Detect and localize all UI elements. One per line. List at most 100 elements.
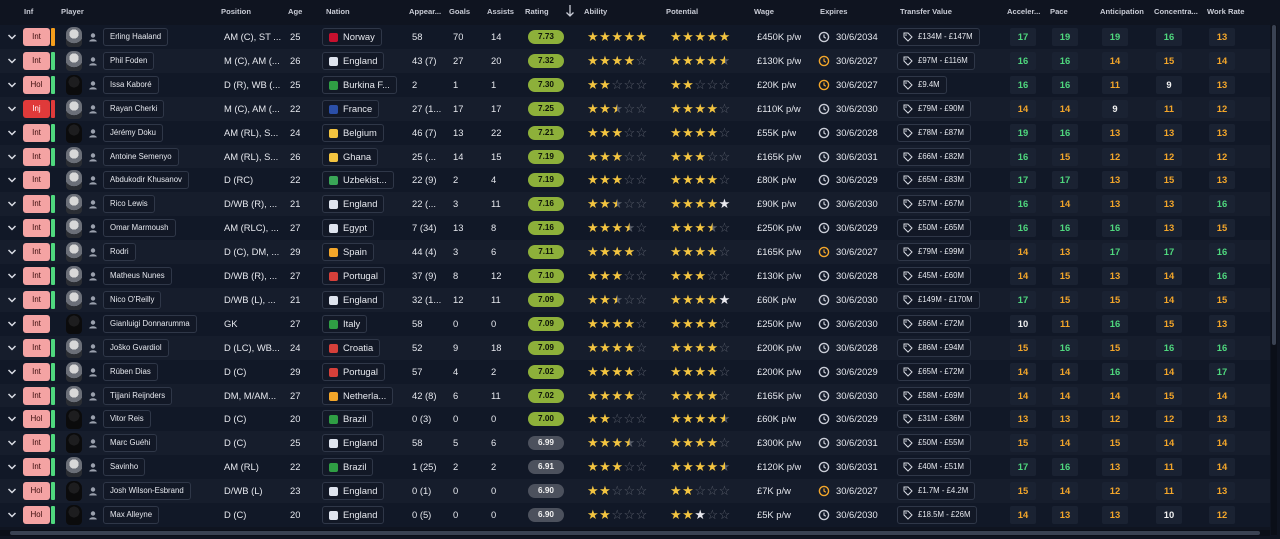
inf-badge[interactable]: Int — [23, 171, 50, 190]
nation-cell[interactable]: Uzbekist... — [322, 171, 394, 190]
inf-badge[interactable]: Hol — [23, 482, 50, 501]
chevron-down-icon[interactable] — [6, 222, 18, 234]
transfer-value-cell[interactable]: £31M - £36M — [897, 410, 971, 429]
header-anticipation[interactable]: Anticipation — [1100, 7, 1144, 16]
table-row[interactable]: Int Joško Gvardiol D (LC), WB... 24 Croa… — [0, 335, 1270, 360]
transfer-value-cell[interactable]: £57M - £67M — [897, 195, 971, 214]
player-name[interactable]: Abdukodir Khusanov — [103, 171, 189, 190]
inf-badge[interactable]: Hol — [23, 75, 50, 94]
nation-cell[interactable]: Portugal — [322, 362, 385, 381]
inf-badge[interactable]: Hol — [23, 410, 50, 429]
table-row[interactable]: Int Erling Haaland AM (C), ST ... 25 Nor… — [0, 25, 1270, 49]
header-acceleration[interactable]: Acceler... — [1007, 7, 1040, 16]
chevron-down-icon[interactable] — [6, 509, 18, 521]
inf-badge[interactable]: Int — [23, 267, 50, 285]
transfer-value-cell[interactable]: £79M - £99M — [897, 243, 971, 262]
header-inf[interactable]: Inf — [24, 7, 33, 16]
transfer-value-cell[interactable]: £86M - £94M — [897, 338, 971, 357]
header-position[interactable]: Position — [221, 7, 251, 16]
chevron-down-icon[interactable] — [6, 318, 18, 330]
table-row[interactable]: Int Rúben Dias D (C) 29 Portugal 57 4 2 … — [0, 359, 1270, 384]
inf-badge[interactable]: Int — [23, 123, 50, 142]
table-row[interactable]: Int Savinho AM (RL) 22 Brazil 1 (25) 2 2… — [0, 455, 1270, 480]
table-row[interactable]: Hol Vitor Reis D (C) 20 Brazil 0 (3) 0 0… — [0, 407, 1270, 432]
chevron-down-icon[interactable] — [6, 294, 18, 306]
chevron-down-icon[interactable] — [6, 366, 18, 378]
nation-cell[interactable]: Brazil — [322, 458, 374, 477]
player-name[interactable]: Jérémy Doku — [103, 123, 163, 142]
inf-badge[interactable]: Int — [23, 386, 50, 405]
transfer-value-cell[interactable]: £78M - £87M — [897, 123, 971, 142]
header-player[interactable]: Player — [61, 7, 84, 16]
chevron-down-icon[interactable] — [6, 31, 18, 43]
header-wage[interactable]: Wage — [754, 7, 774, 16]
nation-cell[interactable]: Croatia — [322, 338, 381, 357]
table-row[interactable]: Int Phil Foden M (C), AM (... 26 England… — [0, 48, 1270, 73]
transfer-value-cell[interactable]: £18.5M - £26M — [897, 506, 978, 524]
inf-badge[interactable]: Int — [23, 290, 50, 309]
table-row[interactable]: Int Nico O'Reilly D/WB (L), ... 21 Engla… — [0, 287, 1270, 312]
player-name[interactable]: Vitor Reis — [103, 410, 151, 429]
nation-cell[interactable]: Italy — [322, 314, 368, 333]
transfer-value-cell[interactable]: £97M - £116M — [897, 51, 975, 70]
inf-badge[interactable]: Hol — [23, 506, 50, 524]
inf-badge[interactable]: Int — [23, 147, 50, 166]
header-work-rate[interactable]: Work Rate — [1207, 7, 1244, 16]
transfer-value-cell[interactable]: £45M - £60M — [897, 267, 971, 285]
header-concentration[interactable]: Concentra... — [1154, 7, 1198, 16]
transfer-value-cell[interactable]: £65M - £83M — [897, 171, 971, 190]
player-name[interactable]: Omar Marmoush — [103, 219, 176, 238]
table-row[interactable]: Int Jérémy Doku AM (RL), S... 24 Belgium… — [0, 120, 1270, 145]
nation-cell[interactable]: England — [322, 506, 385, 524]
horizontal-scrollbar[interactable] — [0, 530, 1270, 536]
inf-badge[interactable]: Int — [23, 195, 50, 214]
nation-cell[interactable]: England — [322, 434, 385, 453]
table-row[interactable]: Int Abdukodir Khusanov D (RC) 22 Uzbekis… — [0, 168, 1270, 193]
header-ability[interactable]: Ability — [584, 7, 607, 16]
sort-down-arrow-icon[interactable] — [565, 4, 575, 18]
vertical-scrollbar[interactable] — [1271, 25, 1277, 535]
header-assists[interactable]: Assists — [487, 7, 514, 16]
transfer-value-cell[interactable]: £65M - £72M — [897, 362, 971, 381]
nation-cell[interactable]: Belgium — [322, 123, 384, 142]
table-row[interactable]: Int Rico Lewis D/WB (R), ... 21 England … — [0, 192, 1270, 217]
chevron-down-icon[interactable] — [6, 174, 18, 186]
inf-badge[interactable]: Int — [23, 434, 50, 453]
inf-badge[interactable]: Int — [23, 314, 50, 333]
nation-cell[interactable]: Netherla... — [322, 386, 394, 405]
nation-cell[interactable]: Burkina F... — [322, 75, 397, 94]
transfer-value-cell[interactable]: £149M - £170M — [897, 290, 980, 309]
inf-badge[interactable]: Int — [23, 219, 50, 238]
inf-badge[interactable]: Int — [23, 362, 50, 381]
chevron-down-icon[interactable] — [6, 342, 18, 354]
transfer-value-cell[interactable]: £58M - £69M — [897, 386, 971, 405]
transfer-value-cell[interactable]: £1.7M - £4.2M — [897, 482, 976, 501]
chevron-down-icon[interactable] — [6, 55, 18, 67]
transfer-value-cell[interactable]: £50M - £65M — [897, 219, 971, 238]
nation-cell[interactable]: Egypt — [322, 219, 374, 238]
chevron-down-icon[interactable] — [6, 127, 18, 139]
chevron-down-icon[interactable] — [6, 485, 18, 497]
chevron-down-icon[interactable] — [6, 413, 18, 425]
inf-badge[interactable]: Int — [23, 458, 50, 477]
header-pace[interactable]: Pace — [1050, 7, 1068, 16]
table-row[interactable]: Int Tijjani Reijnders DM, M/AM... 27 Net… — [0, 383, 1270, 408]
header-appearances[interactable]: Appear... — [409, 7, 441, 16]
header-nation[interactable]: Nation — [326, 7, 350, 16]
chevron-down-icon[interactable] — [6, 151, 18, 163]
table-row[interactable]: Int Marc Guéhi D (C) 25 England 58 5 6 6… — [0, 431, 1270, 456]
player-name[interactable]: Josh Wilson-Esbrand — [103, 482, 191, 501]
table-row[interactable]: Hol Josh Wilson-Esbrand D/WB (L) 23 Engl… — [0, 479, 1270, 504]
chevron-down-icon[interactable] — [6, 246, 18, 258]
player-name[interactable]: Rayan Cherki — [103, 99, 165, 118]
header-potential[interactable]: Potential — [666, 7, 698, 16]
chevron-down-icon[interactable] — [6, 390, 18, 402]
table-row[interactable]: Inj Rayan Cherki M (C), AM (... 22 Franc… — [0, 96, 1270, 121]
player-name[interactable]: Tijjani Reijnders — [103, 386, 173, 405]
nation-cell[interactable]: Brazil — [322, 410, 374, 429]
nation-cell[interactable]: England — [322, 195, 385, 214]
nation-cell[interactable]: England — [322, 482, 385, 501]
chevron-down-icon[interactable] — [6, 461, 18, 473]
vertical-scroll-thumb[interactable] — [1272, 25, 1276, 345]
player-name[interactable]: Rodri — [103, 243, 136, 262]
